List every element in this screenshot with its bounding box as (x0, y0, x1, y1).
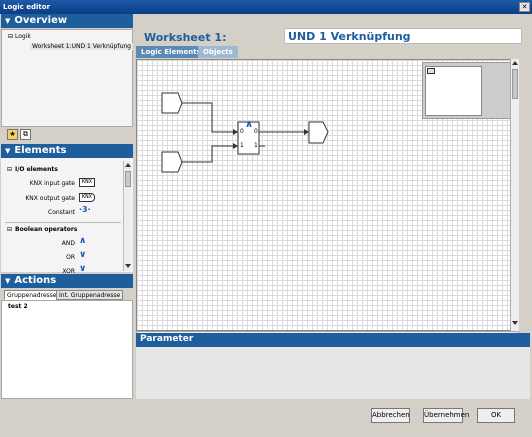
group-collapse-icon[interactable]: ⊟ (7, 226, 12, 233)
star-icon[interactable]: ★ (7, 129, 18, 140)
elements-scrollbar[interactable] (123, 161, 132, 271)
knx-output-gate-icon[interactable]: KNX (79, 193, 95, 202)
tab-objects[interactable]: Objects (198, 46, 238, 58)
list-item[interactable]: test 2 (8, 303, 28, 310)
item-constant-label: Constant (48, 209, 75, 216)
tree-item-root[interactable]: ⊟ Logik (8, 33, 31, 40)
gate-output-0: 0 (254, 128, 258, 135)
xor-icon[interactable]: ∨ (79, 264, 86, 274)
worksheet-label: Worksheet 1: (144, 31, 227, 44)
item-and-label: AND (61, 240, 75, 247)
group-io-title: I/O elements (15, 166, 58, 173)
logic-canvas[interactable]: 0 1 0 1 ∧ (136, 59, 519, 331)
or-icon[interactable]: ∨ (79, 250, 86, 260)
knx-output-gate[interactable] (308, 121, 329, 144)
overview-tree: ⊟ Logik Worksheet 1:UND 1 Verknüpfung (1, 29, 133, 127)
actions-list: test 2 (1, 300, 133, 399)
knx-input-gate-1[interactable] (161, 92, 183, 114)
gate-input-1: 1 (240, 142, 244, 149)
wire-arrow-icon (304, 129, 309, 135)
close-icon[interactable]: ✕ (519, 2, 530, 12)
collapse-icon: ▼ (5, 147, 11, 155)
parameter-panel (136, 347, 530, 399)
item-knx-input-label: KNX input gate (29, 180, 75, 187)
scroll-down-icon[interactable] (512, 321, 518, 325)
gate-output-1: 1 (254, 142, 258, 149)
gate-input-0: 0 (240, 128, 244, 135)
minimap-icon (427, 68, 435, 74)
tree-item-worksheet[interactable]: Worksheet 1:UND 1 Verknüpfung (30, 43, 133, 50)
actions-header[interactable]: ▼ Actions (1, 274, 133, 288)
canvas-vertical-scrollbar[interactable] (510, 59, 519, 331)
collapse-icon: ▼ (5, 277, 11, 285)
navigator-preview[interactable] (422, 62, 512, 119)
item-or-label: OR (66, 254, 75, 261)
ok-button[interactable]: OK (477, 408, 515, 423)
trash-icon[interactable]: ⧉ (20, 129, 31, 140)
elements-header[interactable]: ▼ Elements (1, 144, 133, 158)
worksheet-name-field[interactable]: UND 1 Verknüpfung (284, 28, 522, 44)
group-divider (5, 222, 121, 223)
tab-int-gruppenadresse[interactable]: Int. Gruppenadresse (56, 290, 124, 300)
wire-1 (182, 102, 237, 133)
tab-gruppenadresse[interactable]: Gruppenadresse (4, 290, 60, 300)
scroll-thumb[interactable] (125, 171, 131, 187)
and-icon[interactable]: ∧ (79, 236, 86, 246)
collapse-icon: ▼ (5, 17, 11, 25)
navigator-viewport[interactable] (425, 66, 482, 116)
overview-header[interactable]: ▼ Overview (1, 14, 133, 28)
apply-button[interactable]: Übernehmen (423, 408, 469, 423)
item-knx-output-label: KNX output gate (25, 195, 75, 202)
wire-2 (182, 145, 237, 163)
knx-input-gate-2[interactable] (161, 151, 183, 173)
title-bar: Logic editor ✕ (0, 0, 532, 14)
group-boolean-title: Boolean operators (15, 226, 78, 233)
elements-panel: ⊟ I/O elements KNX input gate KNX KNX ou… (1, 158, 133, 275)
knx-input-gate-icon[interactable]: KNX (79, 178, 95, 187)
worksheet-area: Worksheet 1: UND 1 Verknüpfung Logic Ele… (134, 14, 532, 399)
window-title: Logic editor (3, 3, 51, 11)
wire-arrow-icon (233, 143, 238, 149)
wire-arrow-icon (233, 129, 238, 135)
scroll-down-icon[interactable] (125, 264, 131, 268)
parameter-header: Parameter (136, 333, 530, 347)
group-collapse-icon[interactable]: ⊟ (7, 166, 12, 173)
scroll-up-icon[interactable] (125, 163, 131, 167)
expand-icon[interactable]: ⊟ (8, 33, 13, 40)
and-icon: ∧ (245, 119, 254, 130)
cancel-button[interactable]: Abbrechen (371, 408, 410, 423)
constant-icon[interactable]: ·3· (79, 205, 91, 214)
scroll-up-icon[interactable] (512, 61, 518, 65)
scroll-thumb[interactable] (512, 69, 518, 99)
tab-logic-elements[interactable]: Logic Elements (136, 46, 206, 58)
